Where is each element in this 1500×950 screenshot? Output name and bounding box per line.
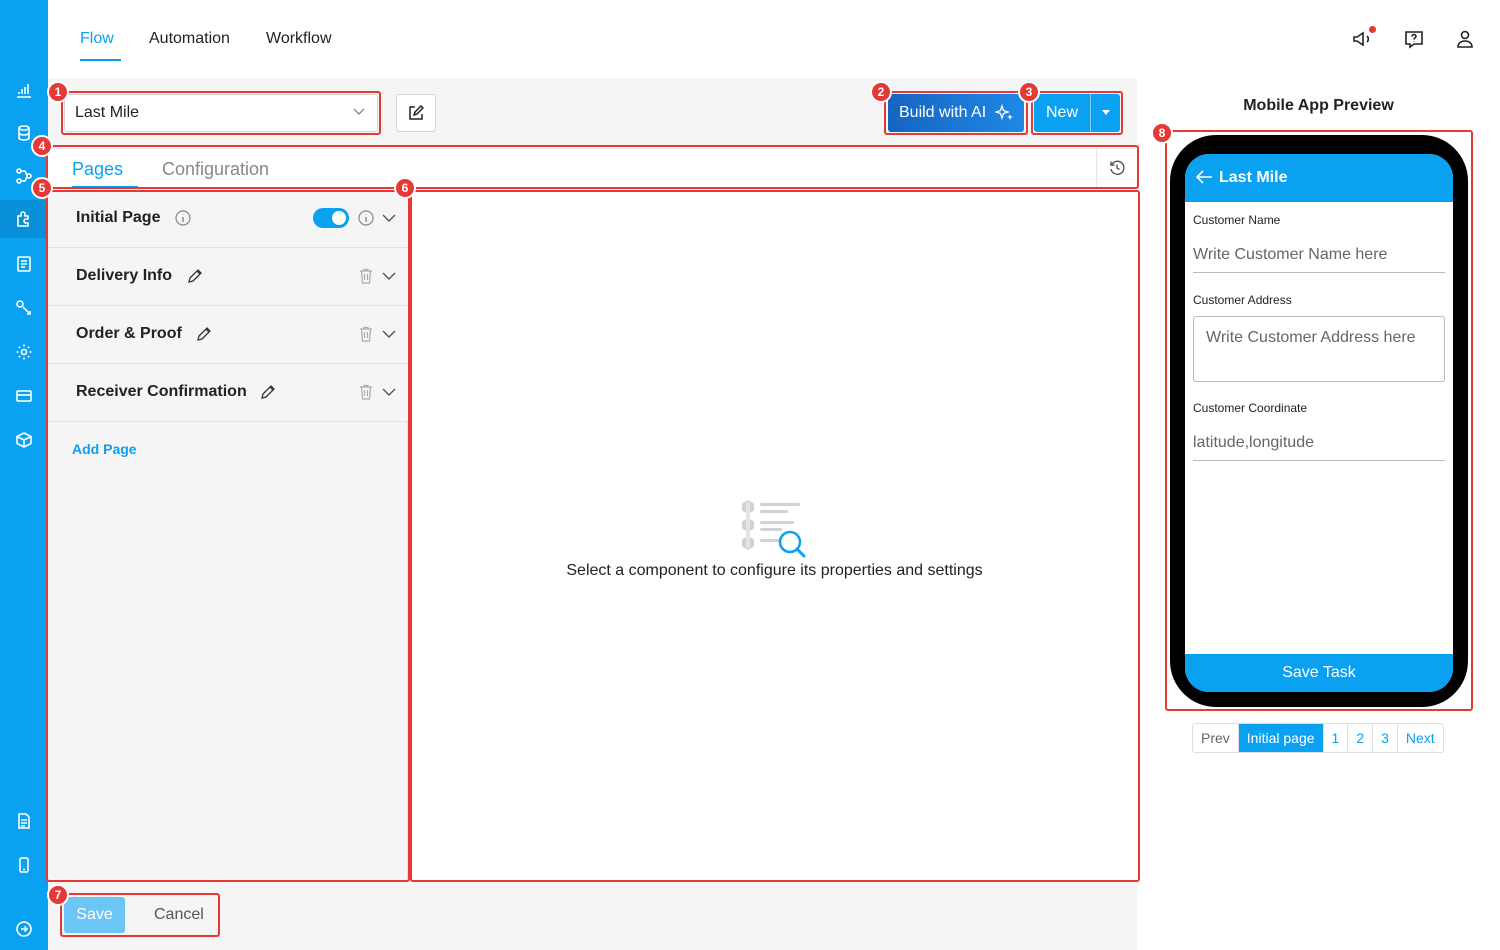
trash-icon[interactable] xyxy=(359,268,373,284)
history-button[interactable] xyxy=(1096,148,1136,188)
app-title: Last Mile xyxy=(1219,169,1288,186)
trash-icon[interactable] xyxy=(359,326,373,342)
pages-config-tabs: Pages Configuration xyxy=(48,148,1137,188)
page-row-order[interactable]: Order & Proof xyxy=(48,306,408,364)
field-placeholder: Write Customer Name here xyxy=(1193,245,1388,263)
active-tab-underline xyxy=(80,59,121,61)
callout-badge-6: 6 xyxy=(394,177,416,199)
pager-page-3[interactable]: 3 xyxy=(1372,724,1397,752)
plugin-icon[interactable] xyxy=(12,207,36,231)
field-label: Customer Coordinate xyxy=(1193,401,1308,415)
sparkle-icon xyxy=(995,104,1013,121)
trash-icon[interactable] xyxy=(359,384,373,400)
document-list-icon[interactable] xyxy=(12,252,36,276)
callout-badge-3: 3 xyxy=(1018,81,1040,103)
top-navigation: Flow Automation Workflow xyxy=(48,0,1500,78)
pencil-icon[interactable] xyxy=(186,267,204,285)
customer-address-textarea[interactable]: Write Customer Address here xyxy=(1193,316,1445,382)
empty-state-message: Select a component to configure its prop… xyxy=(566,562,983,579)
edit-flow-button[interactable] xyxy=(396,94,436,132)
pages-tab-underline xyxy=(72,186,138,188)
pages-list: Initial Page Delivery Info Order & Proof… xyxy=(48,190,408,880)
page-name: Order & Proof xyxy=(76,325,182,342)
caret-down-icon[interactable] xyxy=(1102,110,1110,115)
analytics-icon[interactable] xyxy=(12,78,36,102)
field-label: Customer Name xyxy=(1193,213,1281,227)
pencil-icon[interactable] xyxy=(195,325,213,343)
save-button[interactable]: Save xyxy=(64,897,125,933)
app-header: Last Mile xyxy=(1185,154,1453,202)
billing-icon[interactable] xyxy=(12,384,36,408)
properties-pane: Select a component to configure its prop… xyxy=(412,192,1137,880)
chevron-down-icon xyxy=(353,108,365,115)
chevron-down-icon[interactable] xyxy=(382,214,396,223)
chevron-down-icon[interactable] xyxy=(382,330,396,339)
flow-select-value: Last Mile xyxy=(75,104,140,121)
callout-badge-5: 5 xyxy=(31,177,53,199)
edit-icon xyxy=(409,105,424,120)
field-placeholder: Write Customer Address here xyxy=(1206,329,1416,346)
page-row-receiver[interactable]: Receiver Confirmation xyxy=(48,364,408,422)
info-icon[interactable] xyxy=(358,210,374,226)
settings-icon[interactable] xyxy=(12,340,36,364)
build-with-ai-button[interactable]: Build with AI xyxy=(888,94,1024,132)
help-chat-icon[interactable] xyxy=(1403,28,1425,50)
pager-initial-page[interactable]: Initial page xyxy=(1237,724,1323,752)
tab-pages[interactable]: Pages xyxy=(72,159,123,180)
new-button[interactable]: New xyxy=(1034,94,1120,132)
field-placeholder: latitude,longitude xyxy=(1193,433,1314,451)
page-name: Receiver Confirmation xyxy=(76,383,247,400)
tab-configuration[interactable]: Configuration xyxy=(162,159,269,180)
customer-name-input[interactable]: Write Customer Name here xyxy=(1193,237,1445,273)
logout-icon[interactable] xyxy=(12,917,36,941)
chevron-down-icon[interactable] xyxy=(382,388,396,397)
page-enabled-toggle[interactable] xyxy=(313,208,349,228)
callout-badge-2: 2 xyxy=(870,81,892,103)
preview-pager: Prev Initial page 1 2 3 Next xyxy=(1192,723,1444,753)
new-label: New xyxy=(1046,104,1079,121)
page-name: Delivery Info xyxy=(76,267,173,284)
flow-select[interactable]: Last Mile xyxy=(64,94,378,132)
back-arrow-icon[interactable] xyxy=(1195,169,1213,185)
integration-icon[interactable] xyxy=(12,296,36,320)
tab-flow[interactable]: Flow xyxy=(80,30,114,48)
pager-next[interactable]: Next xyxy=(1396,724,1443,752)
callout-badge-4: 4 xyxy=(31,135,53,157)
add-page-link[interactable]: Add Page xyxy=(72,441,137,457)
field-label: Customer Address xyxy=(1193,293,1292,307)
pencil-icon[interactable] xyxy=(259,383,277,401)
preview-title: Mobile App Preview xyxy=(1243,97,1394,114)
tab-workflow[interactable]: Workflow xyxy=(266,30,332,48)
tab-automation[interactable]: Automation xyxy=(149,30,230,48)
save-task-button[interactable]: Save Task xyxy=(1185,654,1453,692)
callout-badge-1: 1 xyxy=(47,81,69,103)
chevron-down-icon[interactable] xyxy=(382,272,396,281)
pager-page-2[interactable]: 2 xyxy=(1347,724,1372,752)
history-icon xyxy=(1109,160,1125,175)
page-row-delivery[interactable]: Delivery Info xyxy=(48,248,408,306)
component-search-illustration-icon xyxy=(742,500,806,558)
mobile-icon[interactable] xyxy=(12,853,36,877)
customer-coordinate-input[interactable]: latitude,longitude xyxy=(1193,425,1445,461)
notification-dot xyxy=(1369,26,1376,33)
pager-prev[interactable]: Prev xyxy=(1193,724,1238,752)
info-icon[interactable] xyxy=(175,210,191,226)
callout-badge-7: 7 xyxy=(47,884,69,906)
pager-page-1[interactable]: 1 xyxy=(1322,724,1348,752)
page-name: Initial Page xyxy=(76,209,161,226)
build-with-ai-label: Build with AI xyxy=(899,104,987,121)
new-button-divider xyxy=(1090,94,1091,132)
package-icon[interactable] xyxy=(12,428,36,452)
callout-badge-8: 8 xyxy=(1151,122,1173,144)
phone-screen: Last Mile Customer Name Write Customer N… xyxy=(1185,154,1453,692)
cancel-button[interactable]: Cancel xyxy=(140,897,220,933)
notes-icon[interactable] xyxy=(12,809,36,833)
user-icon[interactable] xyxy=(1454,28,1476,50)
page-row-initial[interactable]: Initial Page xyxy=(48,190,408,248)
